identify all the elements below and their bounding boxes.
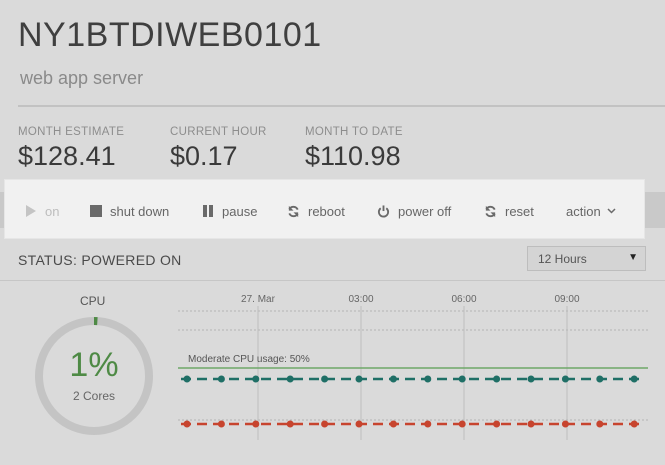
shut-down-label: shut down — [110, 203, 170, 219]
caret-down-icon: ▼ — [628, 252, 638, 263]
power-off-button[interactable]: power off — [377, 201, 451, 221]
reset-label: reset — [505, 203, 534, 219]
cpu-series-teal-point — [217, 375, 225, 383]
current-hour: CURRENT HOUR $0.17 — [170, 126, 267, 172]
divider — [0, 280, 665, 281]
time-range-select[interactable]: 12 Hours ▼ — [527, 246, 646, 271]
refresh-icon — [287, 205, 300, 218]
stop-icon — [89, 205, 102, 218]
pause-icon — [201, 205, 214, 218]
power-on-label: on — [45, 203, 60, 219]
divider — [18, 105, 665, 107]
reset-button[interactable]: reset — [484, 201, 534, 221]
time-range-value: 12 Hours — [538, 252, 587, 266]
cpu-series-teal-point — [252, 375, 260, 383]
action-menu-button[interactable]: action — [566, 201, 618, 221]
cpu-usage-chart: 27. Mar 03:00 06:00 09:00 Moderate CPU u… — [178, 290, 648, 465]
pause-button[interactable]: pause — [201, 201, 257, 221]
cpu-series-teal-point — [527, 375, 535, 383]
cpu-series-red-point — [527, 420, 535, 428]
cpu-series-teal-point — [596, 375, 604, 383]
x-tick-label: 06:00 — [451, 294, 477, 305]
cpu-series-teal-point — [183, 375, 191, 383]
server-name: NY1BTDIWEB0101 — [18, 16, 322, 54]
month-to-date: MONTH TO DATE $110.98 — [305, 126, 403, 172]
cpu-series-teal-point — [389, 375, 397, 383]
cpu-series-teal-point — [630, 375, 638, 383]
current-hour-label: CURRENT HOUR — [170, 126, 267, 138]
cpu-usage-value: 1% — [69, 346, 119, 384]
cpu-series-teal-point — [424, 375, 432, 383]
chevron-down-icon — [605, 205, 618, 218]
cpu-series-teal-point — [493, 375, 501, 383]
cpu-series-teal-point — [321, 375, 329, 383]
month-to-date-label: MONTH TO DATE — [305, 126, 403, 138]
month-estimate: MONTH ESTIMATE $128.41 — [18, 126, 124, 172]
reboot-button[interactable]: reboot — [287, 201, 345, 221]
cpu-series-teal-point — [458, 375, 466, 383]
cpu-series-red-point — [355, 420, 363, 428]
pause-label: pause — [222, 203, 258, 219]
play-icon — [24, 205, 37, 218]
cpu-series-red-point — [561, 420, 569, 428]
cpu-series-red-point — [252, 420, 260, 428]
x-tick-label: 03:00 — [348, 294, 374, 305]
power-on-button[interactable]: on — [24, 201, 59, 221]
action-label: action — [566, 203, 601, 219]
cpu-series-red-point — [183, 420, 191, 428]
server-detail-page: NY1BTDIWEB0101 web app server MONTH ESTI… — [0, 0, 665, 465]
cpu-series-teal-point — [286, 375, 294, 383]
cpu-series-red-point — [321, 420, 329, 428]
cpu-series-red-point — [389, 420, 397, 428]
cpu-series-red-point — [630, 420, 638, 428]
power-icon — [377, 204, 390, 218]
x-tick-label: 09:00 — [554, 294, 580, 305]
x-tick-label: 27. Mar — [241, 294, 275, 305]
month-estimate-label: MONTH ESTIMATE — [18, 126, 125, 138]
refresh-icon — [484, 205, 497, 218]
cpu-series-red-point — [458, 420, 466, 428]
reboot-label: reboot — [308, 203, 345, 219]
cpu-series-red-point — [286, 420, 294, 428]
cpu-series-red-point — [493, 420, 501, 428]
chart-canvas — [178, 306, 648, 440]
month-estimate-value: $128.41 — [18, 141, 116, 171]
cpu-label: CPU — [80, 294, 106, 308]
shut-down-button[interactable]: shut down — [89, 201, 169, 221]
server-description: web app server — [20, 68, 144, 88]
cpu-series-red-point — [424, 420, 432, 428]
status-text: STATUS: POWERED ON — [18, 252, 182, 268]
current-hour-value: $0.17 — [170, 141, 238, 171]
cpu-series-teal-point — [355, 375, 363, 383]
cpu-series-red-point — [596, 420, 604, 428]
cpu-series-teal-point — [561, 375, 569, 383]
vm-power-toolbar: on shut down pause reboot power off rese… — [4, 179, 645, 239]
cpu-series-red-point — [217, 420, 225, 428]
cpu-threshold-annotation: Moderate CPU usage: 50% — [188, 354, 310, 365]
cpu-cores: 2 Cores — [72, 389, 116, 403]
power-off-label: power off — [398, 203, 452, 219]
chart-grid — [178, 306, 648, 440]
month-to-date-value: $110.98 — [305, 141, 401, 171]
